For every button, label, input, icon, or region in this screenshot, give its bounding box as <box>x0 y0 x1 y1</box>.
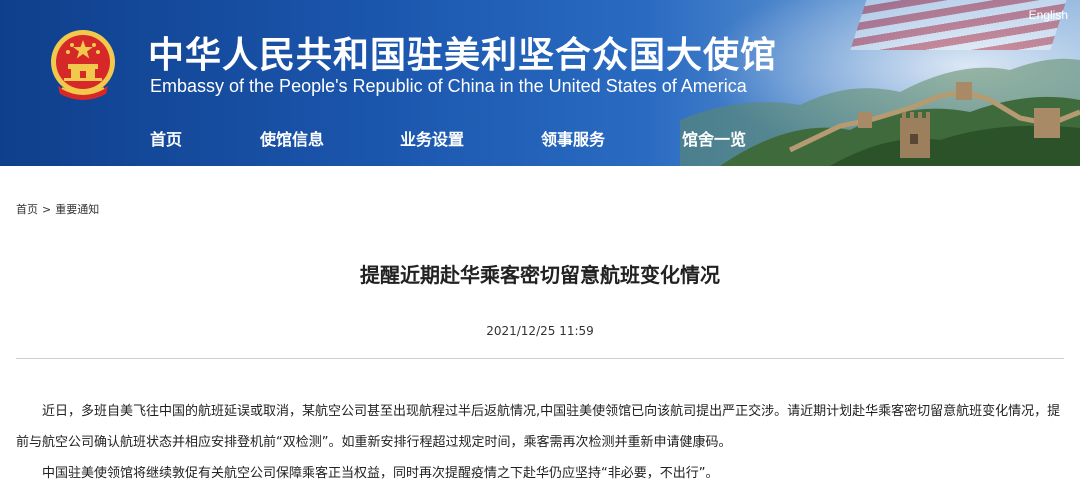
article-title: 提醒近期赴华乘客密切留意航班变化情况 <box>360 263 720 287</box>
title-divider <box>16 358 1064 359</box>
national-emblem-icon <box>48 28 118 102</box>
nav-item-premises[interactable]: 馆舍一览 <box>682 126 746 150</box>
nav-item-home[interactable]: 首页 <box>150 126 182 150</box>
article-paragraph: 中国驻美使领馆将继续敦促有关航空公司保障乘客正当权益，同时再次提醒疫情之下赴华仍… <box>42 466 719 481</box>
english-language-link[interactable]: English <box>1029 8 1068 22</box>
embassy-title-chinese: 中华人民共和国驻美利坚合众国大使馆 <box>148 35 778 76</box>
article-body: 近日，多班自美飞往中国的航班延误或取消，某航空公司甚至出现航程过半后返航情况,中… <box>16 396 1068 489</box>
article-paragraph: 近日，多班自美飞往中国的航班延误或取消，某航空公司甚至出现航程过半后返航情况,中… <box>16 404 1061 450</box>
nav-item-consular-services[interactable]: 领事服务 <box>541 126 605 150</box>
embassy-title-english: Embassy of the People's Republic of Chin… <box>150 76 747 96</box>
nav-item-departments[interactable]: 业务设置 <box>400 126 464 150</box>
breadcrumb-current-link[interactable]: 重要通知 <box>55 203 99 216</box>
breadcrumb-home-link[interactable]: 首页 <box>16 203 38 216</box>
breadcrumb-separator: > <box>42 203 52 216</box>
breadcrumb: 首页 > 重要通知 <box>16 201 99 217</box>
main-nav: 首页 使馆信息 业务设置 领事服务 馆舍一览 <box>0 126 900 156</box>
nav-item-embassy-info[interactable]: 使馆信息 <box>260 126 324 150</box>
header-banner: 中华人民共和国驻美利坚合众国大使馆 Embassy of the People'… <box>0 0 1080 166</box>
article-date: 2021/12/25 11:59 <box>486 324 594 338</box>
